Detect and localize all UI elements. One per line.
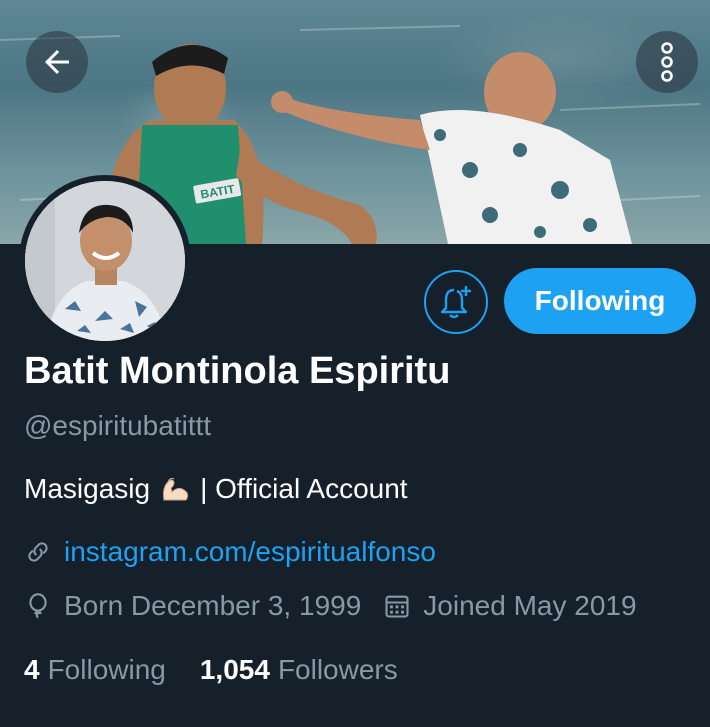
- notifications-button[interactable]: [424, 270, 488, 334]
- joined-text: Joined May 2019: [423, 590, 637, 621]
- followers-count: 1,054: [199, 654, 270, 685]
- website-link[interactable]: instagram.com/espiritualfonso: [64, 536, 436, 568]
- back-button[interactable]: [26, 31, 88, 93]
- profile-stats: 4 Following 1,054 Followers: [24, 654, 398, 686]
- following-button[interactable]: Following: [504, 268, 696, 334]
- calendar-icon: [385, 595, 409, 618]
- link-icon: [28, 542, 48, 562]
- avatar: [25, 181, 185, 341]
- profile-handle: @espiritubatittt: [24, 410, 212, 441]
- arrow-left-icon: [45, 50, 69, 74]
- bio-text: Masigasig: [24, 473, 151, 504]
- flexed-biceps-emoji: [158, 472, 192, 506]
- followers-stat[interactable]: 1,054 Followers: [200, 654, 398, 686]
- more-options-button[interactable]: [636, 31, 698, 93]
- birthday-item: Born December 3, 1999: [24, 590, 361, 622]
- bell-plus-icon: [440, 286, 471, 319]
- more-vertical-icon: [661, 42, 673, 82]
- followers-label: Followers: [277, 654, 398, 685]
- profile-meta: Born December 3, 1999 Joined May 2019: [24, 590, 637, 622]
- profile-avatar[interactable]: [19, 175, 191, 347]
- following-stat[interactable]: 4 Following: [24, 654, 166, 686]
- birthday-text: Born December 3, 1999: [64, 590, 362, 621]
- profile-bio: Masigasig | Official Account: [24, 472, 408, 506]
- website-row: instagram.com/espiritualfonso: [24, 536, 436, 568]
- profile-name: Batit Montinola Espiritu: [24, 350, 451, 392]
- joined-item: Joined May 2019: [383, 590, 637, 622]
- following-label: Following: [47, 654, 166, 685]
- following-count: 4: [24, 654, 40, 685]
- bio-suffix: | Official Account: [200, 473, 408, 504]
- avatar-photo: [25, 181, 185, 341]
- balloon-icon: [29, 593, 47, 619]
